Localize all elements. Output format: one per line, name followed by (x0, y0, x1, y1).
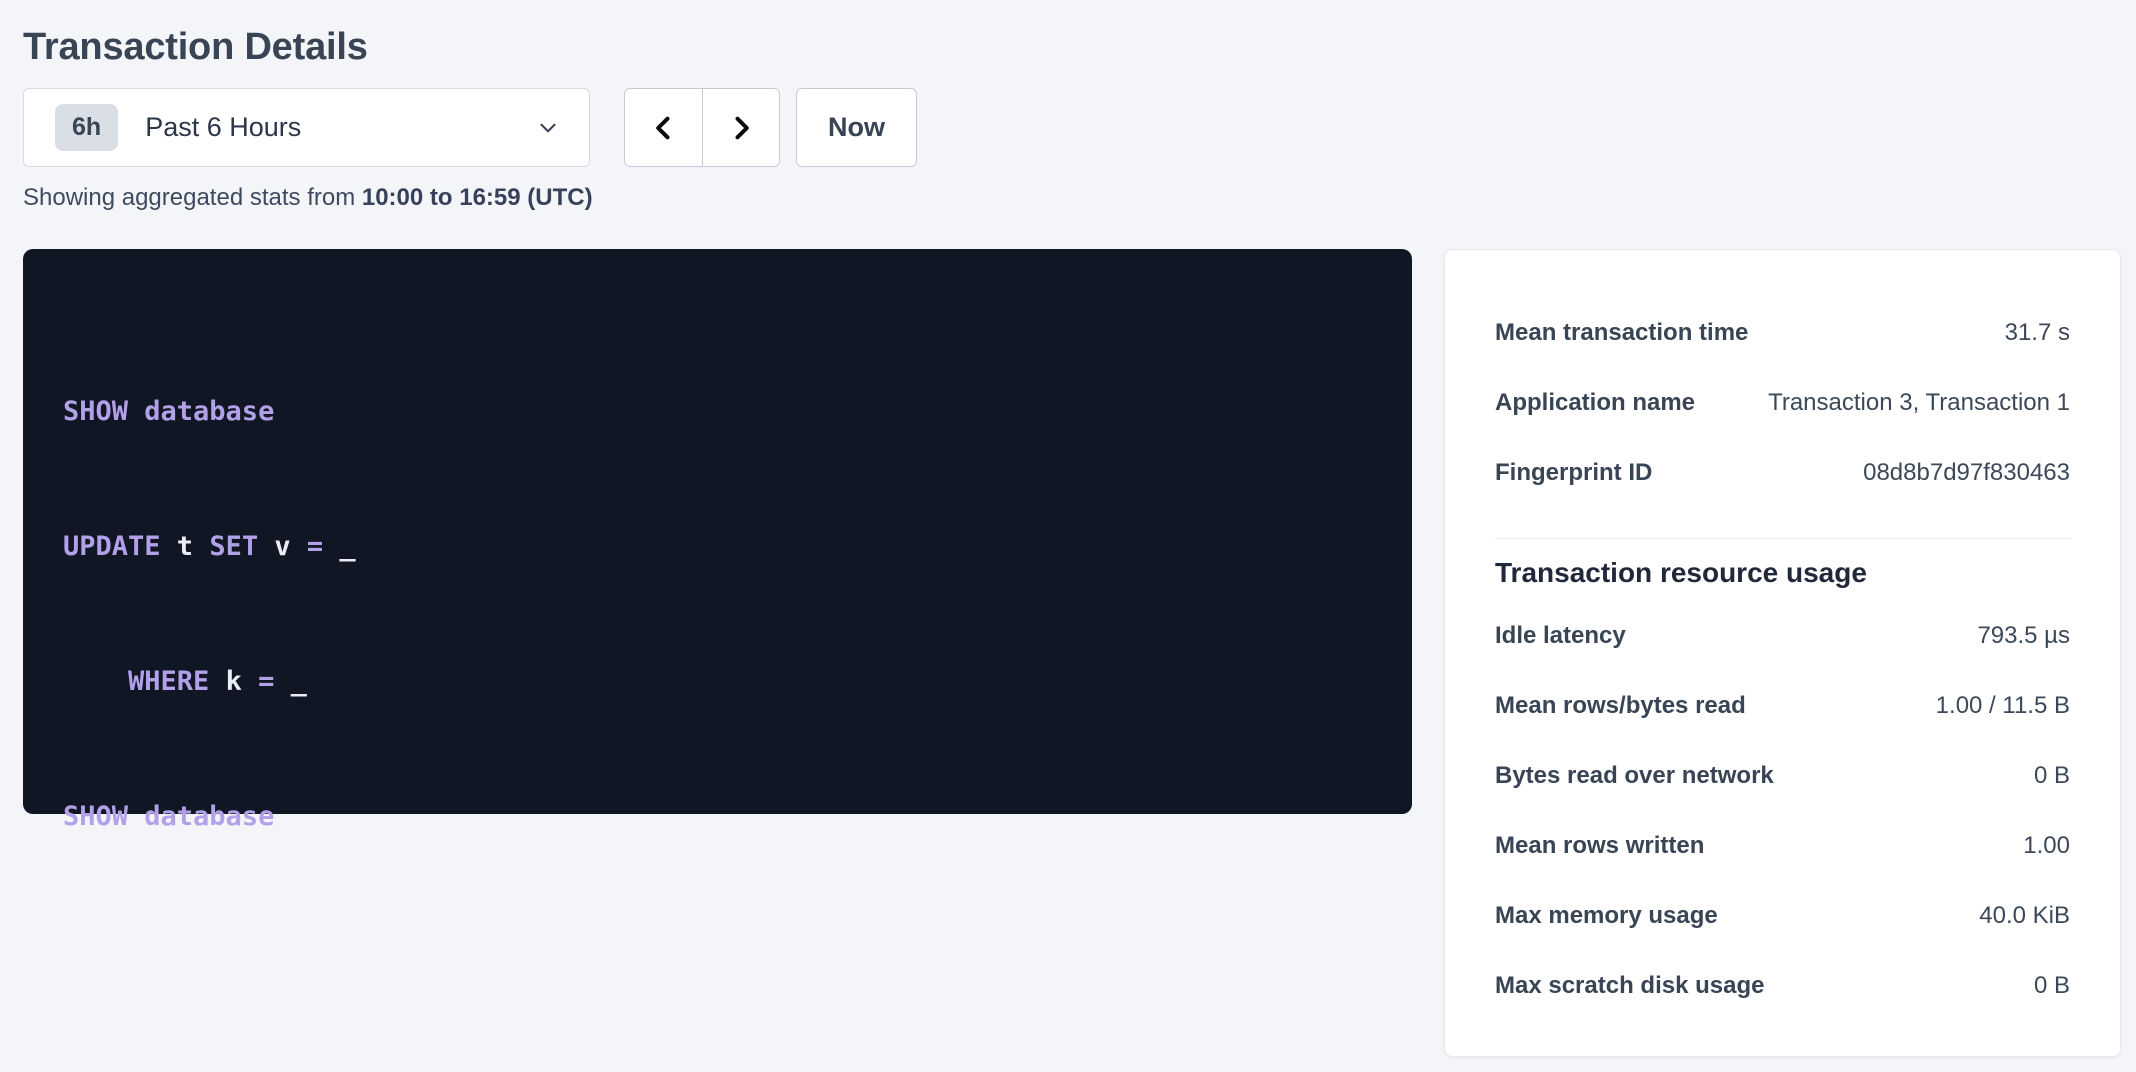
stat-label: Application name (1495, 389, 1695, 417)
sql-line: SHOW database (63, 389, 1372, 434)
stat-row-max-scratch-disk-usage: Max scratch disk usage 0 B (1495, 951, 2070, 1021)
stat-row-idle-latency: Idle latency 793.5 µs (1495, 601, 2070, 671)
aggregation-note-prefix: Showing aggregated stats from (23, 184, 362, 211)
stat-row-bytes-read-over-network: Bytes read over network 0 B (1495, 741, 2070, 811)
next-time-button[interactable] (702, 89, 779, 166)
stat-label: Max memory usage (1495, 902, 1718, 930)
transaction-summary-card: Mean transaction time 31.7 s Application… (1444, 249, 2121, 1057)
stat-row-mean-rows-written: Mean rows written 1.00 (1495, 811, 2070, 881)
stat-label: Max scratch disk usage (1495, 972, 1764, 1000)
sql-line: UPDATE t SET v = _ (63, 524, 1372, 569)
prev-time-button[interactable] (625, 89, 702, 166)
chevron-left-icon (650, 114, 678, 142)
sql-statement-box: SHOW database UPDATE t SET v = _ WHERE k… (23, 249, 1412, 814)
stat-label: Mean transaction time (1495, 319, 1748, 347)
stat-value: 793.5 µs (1977, 622, 2070, 650)
stat-label: Mean rows written (1495, 832, 1704, 860)
aggregation-note-range: 10:00 to 16:59 (UTC) (362, 184, 593, 211)
stat-value: 0 B (2034, 762, 2070, 790)
chevron-right-icon (727, 114, 755, 142)
sql-line: WHERE k = _ (63, 659, 1372, 704)
stat-value: 08d8b7d97f830463 (1863, 459, 2070, 487)
stat-row-max-memory-usage: Max memory usage 40.0 KiB (1495, 881, 2070, 951)
card-divider (1495, 538, 2070, 539)
time-range-label: Past 6 Hours (145, 112, 535, 143)
stat-label: Mean rows/bytes read (1495, 692, 1746, 720)
time-controls: 6h Past 6 Hours Now (23, 88, 2121, 167)
time-range-badge: 6h (55, 104, 118, 151)
chevron-down-icon (535, 115, 561, 141)
now-button[interactable]: Now (796, 88, 917, 167)
transaction-details-page: Transaction Details 6h Past 6 Hours Now … (0, 0, 2136, 1057)
stat-row-fingerprint-id: Fingerprint ID 08d8b7d97f830463 (1495, 438, 2070, 508)
stat-value: 31.7 s (2005, 319, 2070, 347)
sql-line: SHOW database (63, 794, 1372, 839)
main-content: SHOW database UPDATE t SET v = _ WHERE k… (23, 249, 2121, 1057)
time-nav-group (624, 88, 780, 167)
stat-value: 1.00 (2023, 832, 2070, 860)
stat-label: Idle latency (1495, 622, 1626, 650)
time-range-select[interactable]: 6h Past 6 Hours (23, 88, 590, 167)
stat-value: 1.00 / 11.5 B (1936, 692, 2070, 720)
stat-row-mean-transaction-time: Mean transaction time 31.7 s (1495, 298, 2070, 368)
stat-row-application-name: Application name Transaction 3, Transact… (1495, 368, 2070, 438)
page-title: Transaction Details (23, 26, 2121, 69)
stat-row-mean-rows-bytes-read: Mean rows/bytes read 1.00 / 11.5 B (1495, 671, 2070, 741)
stat-value: Transaction 3, Transaction 1 (1768, 389, 2070, 417)
resource-usage-heading: Transaction resource usage (1495, 557, 2070, 589)
stat-label: Bytes read over network (1495, 762, 1774, 790)
stat-value: 0 B (2034, 972, 2070, 1000)
stat-value: 40.0 KiB (1979, 902, 2070, 930)
aggregation-note: Showing aggregated stats from 10:00 to 1… (23, 184, 2121, 212)
stat-label: Fingerprint ID (1495, 459, 1652, 487)
